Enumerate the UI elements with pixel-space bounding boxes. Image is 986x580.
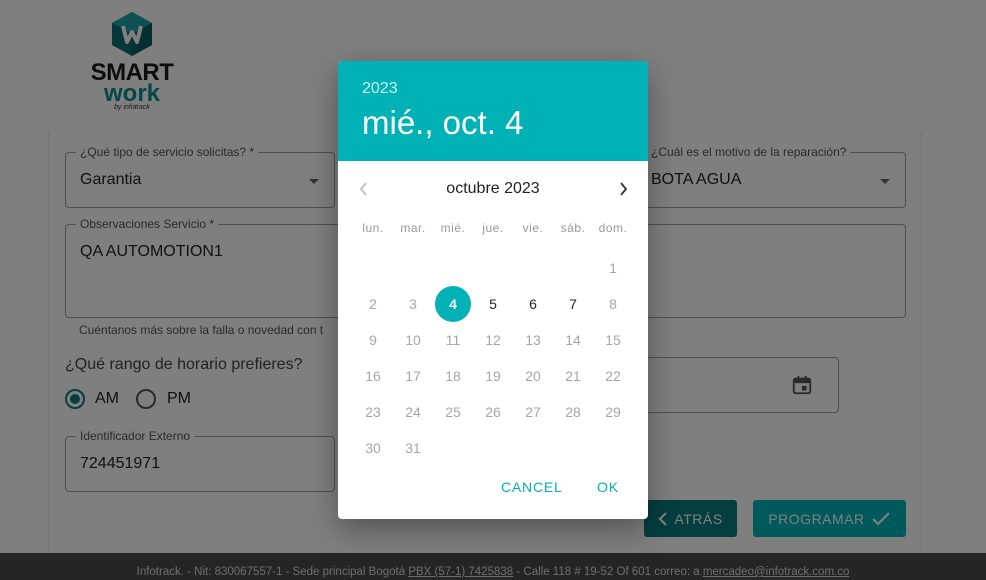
- calendar-day-label: 23: [365, 404, 381, 420]
- selected-date-title: mié., oct. 4: [362, 104, 524, 141]
- calendar-day-label: 9: [369, 332, 377, 348]
- calendar-day-label: 12: [485, 332, 501, 348]
- weekday-label: mié.: [440, 221, 466, 235]
- calendar-day-label: 30: [365, 440, 381, 456]
- calendar-day-label: 20: [525, 368, 541, 384]
- calendar-day-label: 29: [605, 404, 621, 420]
- calendar-day: 18: [433, 358, 473, 394]
- dialog-actions: CANCEL OK: [338, 479, 648, 505]
- calendar-day: 20: [513, 358, 553, 394]
- calendar-day-label: 5: [489, 296, 497, 312]
- calendar-day-selected[interactable]: 4: [433, 286, 473, 322]
- calendar-day-label: 10: [405, 332, 421, 348]
- next-month-button[interactable]: [616, 182, 630, 196]
- weekday-label: lun.: [362, 221, 384, 235]
- calendar-day-label: 27: [525, 404, 541, 420]
- calendar-day: 17: [393, 358, 433, 394]
- calendar-day: 28: [553, 394, 593, 430]
- weekday-label: sáb.: [560, 221, 586, 235]
- calendar-day-label: 26: [485, 404, 501, 420]
- calendar-day[interactable]: 6: [513, 286, 553, 322]
- calendar-day-label: 6: [529, 296, 537, 312]
- calendar-day: 29: [593, 394, 633, 430]
- date-picker-dialog: 2023 mié., oct. 4 octubre 2023 lun. mar.…: [338, 61, 648, 519]
- calendar-day: 1: [593, 250, 633, 286]
- weekday-header: lun. mar. mié. jue. vie. sáb. dom.: [353, 221, 633, 235]
- calendar-day: 22: [593, 358, 633, 394]
- calendar-day: 27: [513, 394, 553, 430]
- weekday-label: dom.: [598, 221, 628, 235]
- calendar-day: 24: [393, 394, 433, 430]
- calendar-day-label: 22: [605, 368, 621, 384]
- calendar-day: 25: [433, 394, 473, 430]
- calendar-day: 11: [433, 322, 473, 358]
- calendar-day-label: 16: [365, 368, 381, 384]
- calendar-day: 8: [593, 286, 633, 322]
- calendar-day-label: 1: [609, 260, 617, 276]
- calendar-day-label: 11: [445, 332, 461, 348]
- calendar-day: 21: [553, 358, 593, 394]
- ok-button[interactable]: OK: [597, 479, 619, 495]
- calendar-day-label: 13: [525, 332, 541, 348]
- calendar-day-label: 4: [435, 286, 471, 322]
- calendar-day-label: 19: [485, 368, 501, 384]
- calendar-day: 15: [593, 322, 633, 358]
- weekday-label: vie.: [522, 221, 544, 235]
- calendar-day: 9: [353, 322, 393, 358]
- calendar-day: 12: [473, 322, 513, 358]
- cancel-button[interactable]: CANCEL: [501, 479, 563, 495]
- calendar-day-label: 3: [409, 296, 417, 312]
- weekday-label: mar.: [400, 221, 426, 235]
- calendar-day: 19: [473, 358, 513, 394]
- calendar-day-label: 2: [369, 296, 377, 312]
- calendar-day: 14: [553, 322, 593, 358]
- calendar-header: octubre 2023: [338, 161, 648, 217]
- calendar-day-label: 17: [405, 368, 421, 384]
- calendar-day: 2: [353, 286, 393, 322]
- calendar-day-label: 31: [405, 440, 421, 456]
- calendar-day-label: 28: [565, 404, 581, 420]
- date-picker-header: 2023 mié., oct. 4: [338, 61, 648, 161]
- calendar-day-label: 8: [609, 296, 617, 312]
- calendar-day-label: 14: [565, 332, 581, 348]
- calendar-day: 23: [353, 394, 393, 430]
- calendar-day-label: 24: [405, 404, 421, 420]
- weekday-label: jue.: [482, 221, 504, 235]
- calendar-day-label: 7: [569, 296, 577, 312]
- calendar-day[interactable]: 7: [553, 286, 593, 322]
- calendar-day: 3: [393, 286, 433, 322]
- calendar-day: 31: [393, 430, 433, 466]
- calendar-day: 10: [393, 322, 433, 358]
- calendar-day: 26: [473, 394, 513, 430]
- calendar-day: 30: [353, 430, 393, 466]
- calendar-day-label: 25: [445, 404, 461, 420]
- year-selector[interactable]: 2023: [362, 80, 624, 98]
- calendar-day-label: 15: [605, 332, 621, 348]
- calendar-day: 16: [353, 358, 393, 394]
- calendar-day: 13: [513, 322, 553, 358]
- chevron-right-icon: [619, 182, 627, 196]
- month-label: octubre 2023: [446, 180, 540, 197]
- calendar-day-label: 18: [445, 368, 461, 384]
- calendar-day[interactable]: 5: [473, 286, 513, 322]
- calendar-day-label: 21: [565, 368, 581, 384]
